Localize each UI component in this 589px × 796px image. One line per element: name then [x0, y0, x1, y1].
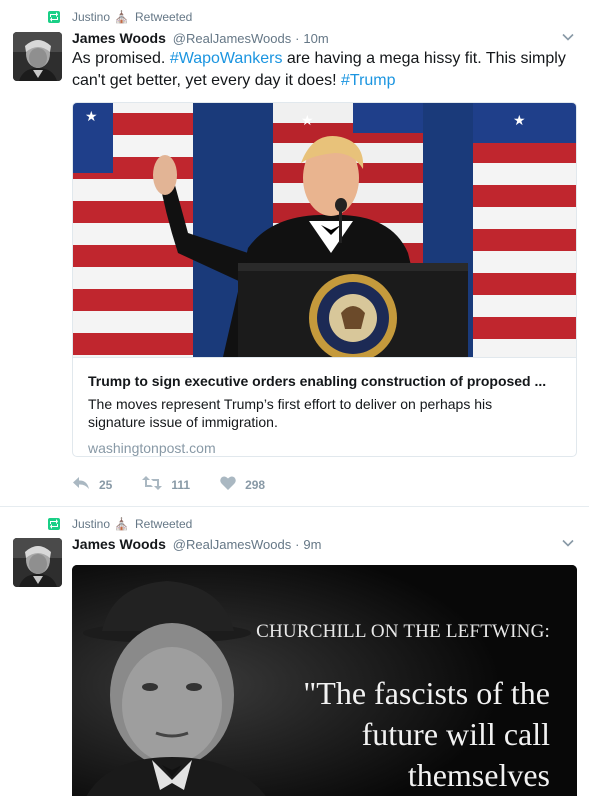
reply-button[interactable]: 25 — [72, 476, 112, 493]
retweeter-name[interactable]: Justino — [72, 10, 110, 24]
tweet-actions: 25 111 298 — [72, 476, 295, 493]
like-button[interactable]: 298 — [220, 476, 265, 493]
tweet-header: James Woods @RealJamesWoods · 9m — [72, 536, 321, 552]
retweeter-emoji: ⛪ — [114, 517, 129, 531]
retweet-label: Retweeted — [134, 10, 193, 24]
card-body: Trump to sign executive orders enabling … — [73, 357, 576, 456]
retweeter-name[interactable]: Justino — [72, 517, 110, 531]
hashtag-link[interactable]: #WapoWankers — [170, 50, 283, 67]
like-count: 298 — [245, 477, 266, 492]
chevron-down-icon[interactable] — [561, 536, 575, 550]
card-image: ★ ★ ★ — [73, 103, 576, 357]
author-name[interactable]: James Woods — [72, 536, 166, 552]
svg-text:★: ★ — [301, 112, 314, 128]
svg-text:★: ★ — [513, 112, 526, 128]
tweet-text-part: As promised. — [72, 50, 170, 67]
retweet-count: 111 — [171, 477, 191, 492]
tweet[interactable]: Justino ⛪ Retweeted James Woods @RealJam… — [0, 0, 589, 507]
reply-count: 25 — [99, 477, 113, 492]
author-handle[interactable]: @RealJamesWoods — [173, 537, 291, 552]
tweet-text: As promised. #WapoWankers are having a m… — [72, 48, 577, 92]
heart-icon — [220, 476, 245, 493]
author-name[interactable]: James Woods — [72, 30, 166, 46]
retweet-icon — [48, 518, 60, 530]
card-domain: washingtonpost.com — [88, 440, 216, 456]
tweet-header: James Woods @RealJamesWoods · 10m — [72, 30, 329, 46]
retweet-context: Justino ⛪ Retweeted — [48, 9, 192, 25]
card-title[interactable]: Trump to sign executive orders enabling … — [88, 372, 563, 390]
retweet-icon — [48, 11, 60, 23]
timestamp[interactable]: 9m — [303, 537, 321, 552]
svg-text:★: ★ — [85, 108, 98, 124]
avatar[interactable] — [13, 538, 62, 587]
tweet[interactable]: Justino ⛪ Retweeted James Woods @RealJam… — [0, 508, 589, 796]
photo-quote: "The fascists of the future will call th… — [303, 675, 550, 793]
card-description: The moves represent Trump’s first effort… — [88, 396, 493, 430]
separator: · — [295, 31, 300, 46]
hashtag-link[interactable]: #Trump — [341, 72, 396, 89]
tweet-photo[interactable]: CHURCHILL ON THE LEFTWING: "The fascists… — [72, 565, 577, 796]
retweet-action-icon — [142, 476, 171, 493]
chevron-down-icon[interactable] — [561, 30, 575, 44]
retweet-context: Justino ⛪ Retweeted — [48, 516, 192, 532]
separator: · — [295, 537, 300, 552]
retweet-button[interactable]: 111 — [142, 476, 190, 493]
retweet-label: Retweeted — [134, 517, 193, 531]
retweeter-emoji: ⛪ — [114, 10, 129, 24]
author-handle[interactable]: @RealJamesWoods — [173, 31, 291, 46]
timestamp[interactable]: 10m — [303, 31, 328, 46]
link-card[interactable]: ★ ★ ★ Trump to sign executive orders ena… — [72, 102, 577, 457]
reply-icon — [72, 476, 99, 493]
photo-heading: CHURCHILL ON THE LEFTWING: — [256, 621, 550, 642]
avatar[interactable] — [13, 32, 62, 81]
